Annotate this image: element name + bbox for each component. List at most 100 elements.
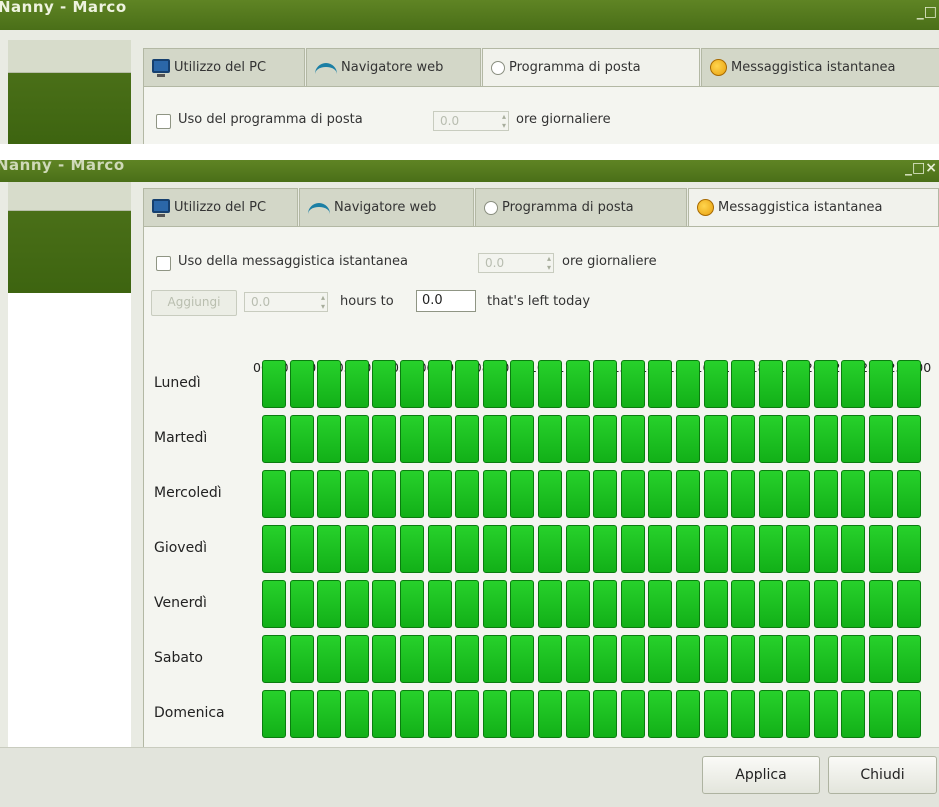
hour-cell[interactable] — [675, 525, 700, 573]
hour-cell[interactable] — [703, 635, 728, 683]
tab-mail[interactable]: Programma di posta — [475, 188, 687, 226]
hour-cell[interactable] — [620, 525, 645, 573]
hour-cell[interactable] — [593, 635, 618, 683]
time-left-field[interactable]: 0.0 — [416, 290, 476, 312]
hour-cell[interactable] — [841, 470, 866, 518]
spinner-arrows-icon[interactable]: ▴ ▾ — [502, 112, 506, 130]
hour-cell[interactable] — [455, 635, 480, 683]
hour-cell[interactable] — [703, 690, 728, 738]
hour-cell[interactable] — [593, 525, 618, 573]
hour-cell[interactable] — [262, 690, 286, 738]
hour-cell[interactable] — [399, 690, 424, 738]
hour-cell[interactable] — [399, 415, 424, 463]
hour-cell[interactable] — [786, 470, 811, 518]
hour-cell[interactable] — [896, 580, 921, 628]
hour-cell[interactable] — [731, 580, 756, 628]
hour-cell[interactable] — [455, 360, 480, 408]
hour-cell[interactable] — [896, 690, 921, 738]
hour-cell[interactable] — [731, 635, 756, 683]
hour-cell[interactable] — [427, 635, 452, 683]
hour-cell[interactable] — [896, 635, 921, 683]
hour-cell[interactable] — [455, 525, 480, 573]
hour-cell[interactable] — [841, 525, 866, 573]
hour-cell[interactable] — [344, 415, 369, 463]
hour-cell[interactable] — [510, 580, 535, 628]
hour-cell[interactable] — [620, 635, 645, 683]
hour-cell[interactable] — [675, 415, 700, 463]
hour-cell[interactable] — [344, 635, 369, 683]
hour-cell[interactable] — [675, 360, 700, 408]
hour-cell[interactable] — [648, 525, 673, 573]
hour-cell[interactable] — [482, 580, 507, 628]
hour-cell[interactable] — [731, 360, 756, 408]
hour-cell[interactable] — [593, 690, 618, 738]
hour-cell[interactable] — [869, 690, 894, 738]
hour-cell[interactable] — [758, 360, 783, 408]
hour-cell[interactable] — [482, 690, 507, 738]
hour-cell[interactable] — [731, 525, 756, 573]
hour-cell[interactable] — [399, 635, 424, 683]
sidebar-user-selected[interactable] — [8, 211, 131, 293]
hour-cell[interactable] — [731, 470, 756, 518]
hour-cell[interactable] — [703, 470, 728, 518]
hour-cell[interactable] — [758, 690, 783, 738]
hour-cell[interactable] — [510, 690, 535, 738]
hour-cell[interactable] — [262, 415, 286, 463]
hour-cell[interactable] — [869, 525, 894, 573]
hour-cell[interactable] — [427, 360, 452, 408]
hour-cell[interactable] — [344, 580, 369, 628]
hour-cell[interactable] — [317, 360, 342, 408]
hour-cell[interactable] — [869, 470, 894, 518]
hour-cell[interactable] — [786, 580, 811, 628]
hour-cell[interactable] — [510, 470, 535, 518]
hour-cell[interactable] — [813, 525, 838, 573]
sidebar-user-selected[interactable] — [8, 73, 131, 144]
hour-cell[interactable] — [372, 360, 397, 408]
hour-cell[interactable] — [537, 470, 562, 518]
hour-cell[interactable] — [427, 580, 452, 628]
im-usage-checkbox[interactable] — [156, 256, 171, 271]
hour-cell[interactable] — [703, 525, 728, 573]
hour-cell[interactable] — [758, 635, 783, 683]
hour-cell[interactable] — [289, 690, 314, 738]
hour-cell[interactable] — [289, 415, 314, 463]
hour-cell[interactable] — [455, 470, 480, 518]
close-button[interactable]: Chiudi — [828, 756, 937, 794]
hour-cell[interactable] — [786, 690, 811, 738]
hour-cell[interactable] — [896, 470, 921, 518]
add-button[interactable]: Aggiungi — [151, 290, 237, 316]
hour-cell[interactable] — [675, 580, 700, 628]
hour-cell[interactable] — [427, 690, 452, 738]
hour-cell[interactable] — [537, 635, 562, 683]
hour-cell[interactable] — [869, 360, 894, 408]
hour-cell[interactable] — [620, 690, 645, 738]
hour-cell[interactable] — [537, 415, 562, 463]
hour-cell[interactable] — [399, 580, 424, 628]
hour-cell[interactable] — [427, 415, 452, 463]
hour-cell[interactable] — [565, 360, 590, 408]
hour-cell[interactable] — [620, 470, 645, 518]
hour-cell[interactable] — [344, 470, 369, 518]
im-hours-spinner[interactable]: 0.0 ▴ ▾ — [478, 253, 554, 273]
hour-cell[interactable] — [537, 360, 562, 408]
tab-pc-usage[interactable]: Utilizzo del PC — [143, 48, 305, 86]
hour-cell[interactable] — [786, 360, 811, 408]
hour-cell[interactable] — [344, 360, 369, 408]
tab-web-browser[interactable]: Navigatore web — [306, 48, 481, 86]
hour-cell[interactable] — [455, 580, 480, 628]
hour-cell[interactable] — [896, 525, 921, 573]
hour-cell[interactable] — [344, 525, 369, 573]
hour-cell[interactable] — [620, 580, 645, 628]
hour-cell[interactable] — [262, 470, 286, 518]
hour-cell[interactable] — [648, 635, 673, 683]
hour-cell[interactable] — [869, 580, 894, 628]
hour-cell[interactable] — [344, 690, 369, 738]
hour-cell[interactable] — [455, 690, 480, 738]
hour-cell[interactable] — [372, 690, 397, 738]
hour-cell[interactable] — [786, 415, 811, 463]
hour-cell[interactable] — [648, 690, 673, 738]
hour-cell[interactable] — [758, 415, 783, 463]
hour-cell[interactable] — [841, 415, 866, 463]
hour-cell[interactable] — [372, 470, 397, 518]
hour-cell[interactable] — [565, 415, 590, 463]
